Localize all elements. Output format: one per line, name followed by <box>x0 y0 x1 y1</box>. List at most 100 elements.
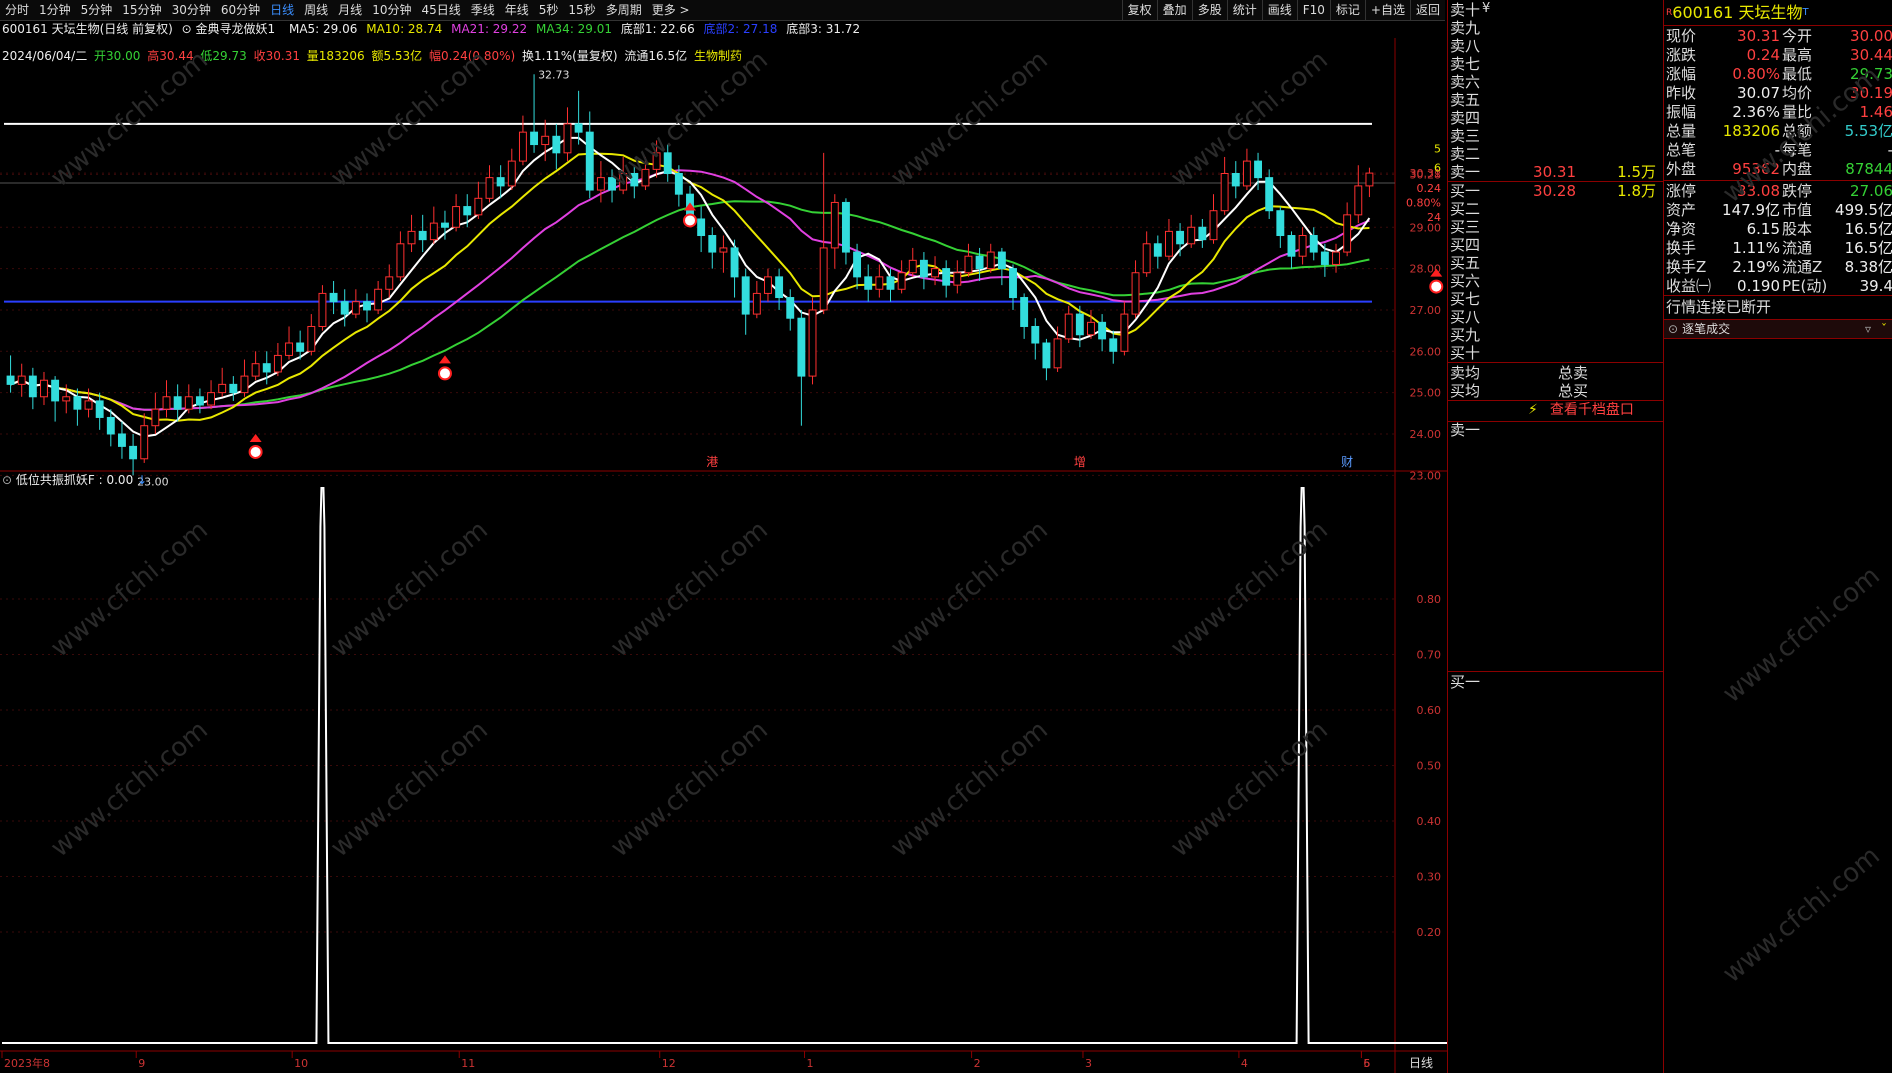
candle[interactable] <box>1142 231 1151 277</box>
candle[interactable] <box>340 289 349 327</box>
candle[interactable] <box>997 247 1006 286</box>
candle[interactable] <box>1009 264 1017 310</box>
period-tab[interactable]: 月线 <box>333 0 367 20</box>
period-tab[interactable]: 更多 > <box>647 0 695 20</box>
candle[interactable] <box>1265 169 1274 219</box>
candle[interactable] <box>1365 167 1374 198</box>
toolbar-button[interactable]: 多股 <box>1191 0 1227 20</box>
candle[interactable] <box>830 194 839 269</box>
candle[interactable] <box>1309 227 1318 261</box>
candle[interactable] <box>195 388 204 414</box>
candle[interactable] <box>117 421 126 459</box>
candle[interactable] <box>1131 260 1140 319</box>
candle[interactable] <box>574 90 583 145</box>
buy-signal-icon[interactable] <box>437 366 452 381</box>
candle[interactable] <box>452 194 461 232</box>
candle[interactable] <box>17 363 26 397</box>
candle[interactable] <box>140 413 149 463</box>
candle[interactable] <box>1220 156 1229 215</box>
candle[interactable] <box>229 376 238 401</box>
toolbar-button[interactable]: 统计 <box>1226 0 1262 20</box>
buy-level-row[interactable]: 买七 <box>1450 290 1660 308</box>
toolbar-button[interactable]: 画线 <box>1261 0 1297 20</box>
sell-level-row[interactable]: 卖七 <box>1450 55 1660 73</box>
full-depth-link[interactable]: ⚡ 查看千档盘口 <box>1528 401 1634 419</box>
sell-level-row[interactable]: 卖二 <box>1450 145 1660 163</box>
candle[interactable] <box>752 281 761 319</box>
candle[interactable] <box>485 165 494 203</box>
candle[interactable] <box>151 392 160 434</box>
collapse-icon[interactable]: ⊙ <box>2 473 12 487</box>
buy-level-row[interactable]: 买五 <box>1450 254 1660 272</box>
sell-level-row[interactable]: 卖四 <box>1450 109 1660 127</box>
candle[interactable] <box>374 281 383 315</box>
candle[interactable] <box>1098 314 1107 352</box>
candle[interactable] <box>273 343 282 377</box>
candle[interactable] <box>741 268 750 335</box>
toolbar-button[interactable]: F10 <box>1296 0 1330 20</box>
candle[interactable] <box>1064 305 1073 344</box>
toolbar-button[interactable]: 返回 <box>1409 0 1445 20</box>
candle[interactable] <box>953 260 962 294</box>
candle[interactable] <box>730 239 739 298</box>
sell-level-row[interactable]: 卖三 <box>1450 127 1660 145</box>
candle[interactable] <box>530 74 539 153</box>
candle[interactable] <box>1053 326 1062 372</box>
candle[interactable] <box>418 214 427 253</box>
candle[interactable] <box>1287 231 1296 269</box>
period-tab[interactable]: 年线 <box>500 0 534 20</box>
period-tab[interactable]: 10分钟 <box>367 0 416 20</box>
candle[interactable] <box>162 380 171 418</box>
candle[interactable] <box>51 376 60 422</box>
candle[interactable] <box>964 243 973 277</box>
sell-level-row[interactable]: 卖八 <box>1450 37 1660 55</box>
collapse-icon[interactable]: ⊙ <box>1668 322 1678 336</box>
candle[interactable] <box>1020 293 1029 339</box>
settings-icon[interactable]: ˇ <box>1881 320 1887 338</box>
candle[interactable] <box>1276 206 1285 248</box>
period-tab[interactable]: 30分钟 <box>167 0 216 20</box>
candle[interactable] <box>908 247 917 277</box>
sell-level-row[interactable]: 卖九 <box>1450 19 1660 37</box>
candle[interactable] <box>708 227 717 269</box>
event-marker[interactable]: 财 <box>1341 455 1353 469</box>
candle[interactable] <box>1042 338 1051 381</box>
candle[interactable] <box>28 367 37 410</box>
buy-signal-icon[interactable] <box>1429 279 1444 294</box>
candle[interactable] <box>697 206 706 253</box>
candle[interactable] <box>351 289 360 319</box>
period-tab[interactable]: 15秒 <box>563 0 600 20</box>
candle[interactable] <box>329 281 338 315</box>
candle[interactable] <box>218 367 227 397</box>
candle[interactable] <box>385 264 394 298</box>
candle[interactable] <box>1354 165 1363 224</box>
candle[interactable] <box>407 214 416 253</box>
buy-level-row[interactable]: 买二 <box>1450 200 1660 218</box>
sell-level-row[interactable]: 卖一 30.31 1.5万 <box>1450 163 1660 181</box>
candle[interactable] <box>596 161 605 203</box>
candle[interactable] <box>6 355 15 393</box>
candle[interactable] <box>719 235 728 273</box>
candle[interactable] <box>307 314 316 356</box>
period-tab[interactable]: 多周期 <box>601 0 647 20</box>
period-tab[interactable]: 45日线 <box>416 0 465 20</box>
toolbar-button[interactable]: 叠加 <box>1156 0 1192 20</box>
candle[interactable] <box>808 297 817 385</box>
candle[interactable] <box>1109 330 1118 364</box>
sell-level-row[interactable]: 卖五 <box>1450 91 1660 109</box>
candle[interactable] <box>1209 194 1218 244</box>
candle[interactable] <box>184 384 193 414</box>
filter-icon[interactable]: ▿ <box>1865 320 1871 338</box>
candle[interactable] <box>764 268 772 302</box>
period-tab[interactable]: 15分钟 <box>117 0 166 20</box>
buy-level-row[interactable]: 买六 <box>1450 272 1660 290</box>
candle[interactable] <box>474 181 483 219</box>
candle[interactable] <box>73 388 82 426</box>
candle[interactable] <box>1343 202 1352 257</box>
sell-level-row[interactable]: 卖六 <box>1450 73 1660 91</box>
candle[interactable] <box>875 264 884 298</box>
candle[interactable] <box>841 198 850 265</box>
buy-level-row[interactable]: 买四 <box>1450 236 1660 254</box>
candle[interactable] <box>507 148 516 191</box>
candle[interactable] <box>864 264 873 302</box>
